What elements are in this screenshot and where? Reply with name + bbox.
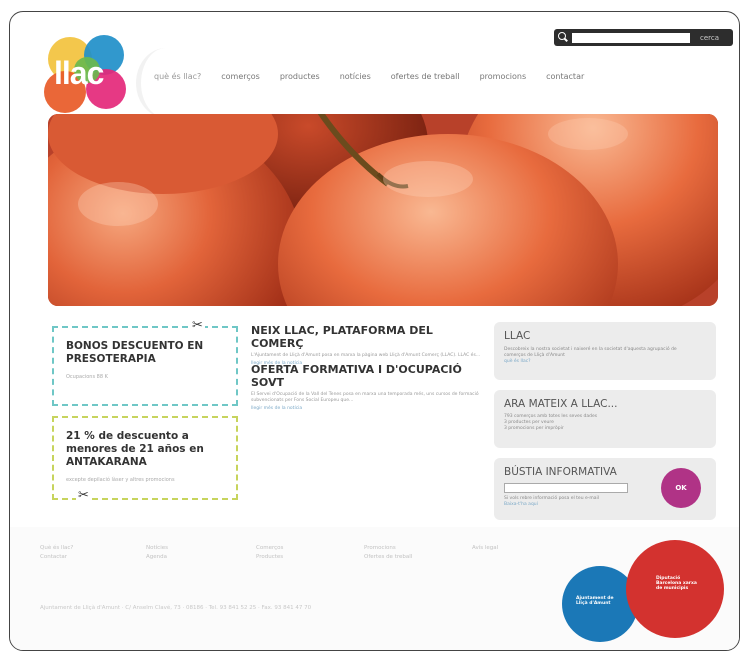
- footer-col: Promocions Ofertes de treball: [364, 544, 412, 562]
- news-body: El Servei d'Ocupació de la Vall del Tene…: [251, 392, 479, 403]
- footer-link[interactable]: Ofertes de treball: [364, 553, 412, 562]
- hero-tomatoes-image: [48, 114, 718, 306]
- nav-item-que-es-llac[interactable]: què és llac?: [144, 72, 211, 81]
- que-es-llac-link[interactable]: què és llac?: [504, 359, 706, 364]
- logo-wordmark: llac: [54, 55, 104, 91]
- browser-frame: llac què és llac? comerços productes not…: [9, 11, 740, 651]
- nav-item-promocions[interactable]: promocions: [470, 72, 537, 81]
- scissors-icon: ✂: [190, 318, 205, 333]
- footer-link[interactable]: Contactar: [40, 553, 73, 562]
- news-item: NEIX LLAC, PLATAFORMA DEL COMERÇ L'Ajunt…: [251, 324, 485, 366]
- ara-mateix-line[interactable]: 3 promocions per impròpir: [504, 426, 694, 432]
- coupon-subtitle: Ocupacions 88 K: [66, 374, 108, 380]
- coupon-presoterapia[interactable]: ✂ BONOS DESCUENTO EN PRESOTERAPIA Ocupac…: [52, 318, 238, 406]
- coupon-title: 21 % de descuento a menores de 21 años e…: [66, 430, 204, 468]
- llac-logo[interactable]: llac: [44, 35, 136, 113]
- newsletter-email-input[interactable]: [504, 483, 628, 493]
- scissors-icon: ✂: [76, 488, 91, 503]
- main-nav: què és llac? comerços productes notícies…: [144, 72, 594, 81]
- nav-item-ofertes-treball[interactable]: ofertes de treball: [381, 72, 470, 81]
- footer-link[interactable]: Comerços: [256, 544, 283, 553]
- hero-illustration: [48, 114, 718, 306]
- llac-box-body: Descobreix la nostra societat i naixeré …: [504, 347, 677, 358]
- llac-info-box: LLAC Descobreix la nostra societat i nai…: [494, 322, 716, 380]
- footer-address: Ajuntament de Lliçà d'Amunt · C/ Anselm …: [40, 605, 312, 611]
- footer-link[interactable]: Avís legal: [472, 544, 498, 553]
- coupon-antakarana[interactable]: ✂ 21 % de descuento a menores de 21 años…: [52, 416, 238, 503]
- news-read-more-link[interactable]: llegir més de la notícia: [251, 406, 485, 411]
- footer-col: Comerços Productes: [256, 544, 283, 562]
- footer-link[interactable]: Promocions: [364, 544, 412, 553]
- news-body: L'Ajuntament de Lliçà d'Amunt posa en ma…: [251, 353, 481, 358]
- coupon-subtitle: excepte depilació làser y altres promoci…: [66, 477, 175, 483]
- coupon-title: BONOS DESCUENTO EN PRESOTERAPIA: [66, 340, 204, 365]
- diputacio-logo[interactable]: Diputació Barcelona xarxa de municipis: [626, 540, 724, 638]
- news-item: OFERTA FORMATIVA I D'OCUPACIÓ SOVT El Se…: [251, 363, 485, 411]
- search-bar: cerca: [554, 29, 733, 46]
- footer-col: Què és llac? Contactar: [40, 544, 73, 562]
- footer-col: Avís legal: [472, 544, 498, 553]
- search-button[interactable]: cerca: [700, 34, 719, 42]
- search-icon[interactable]: [554, 29, 570, 46]
- footer-link[interactable]: Productes: [256, 553, 283, 562]
- ara-mateix-title: ARA MATEIX A LLAC...: [504, 398, 618, 410]
- nav-item-comercos[interactable]: comerços: [211, 72, 270, 81]
- llac-box-title: LLAC: [504, 330, 531, 342]
- ara-mateix-box: ARA MATEIX A LLAC... 793 comerços amb to…: [494, 390, 716, 448]
- logo-swoosh: [136, 48, 196, 118]
- footer-link[interactable]: Notícies: [146, 544, 168, 553]
- footer-link[interactable]: Agenda: [146, 553, 168, 562]
- newsletter-ok-button[interactable]: OK: [661, 468, 701, 508]
- nav-item-contactar[interactable]: contactar: [536, 72, 594, 81]
- footer-link[interactable]: Què és llac?: [40, 544, 73, 553]
- nav-item-noticies[interactable]: notícies: [330, 72, 381, 81]
- nav-item-productes[interactable]: productes: [270, 72, 330, 81]
- news-title[interactable]: NEIX LLAC, PLATAFORMA DEL COMERÇ: [251, 324, 485, 350]
- footer-col: Notícies Agenda: [146, 544, 168, 562]
- news-title[interactable]: OFERTA FORMATIVA I D'OCUPACIÓ SOVT: [251, 363, 485, 389]
- search-input[interactable]: [572, 32, 690, 43]
